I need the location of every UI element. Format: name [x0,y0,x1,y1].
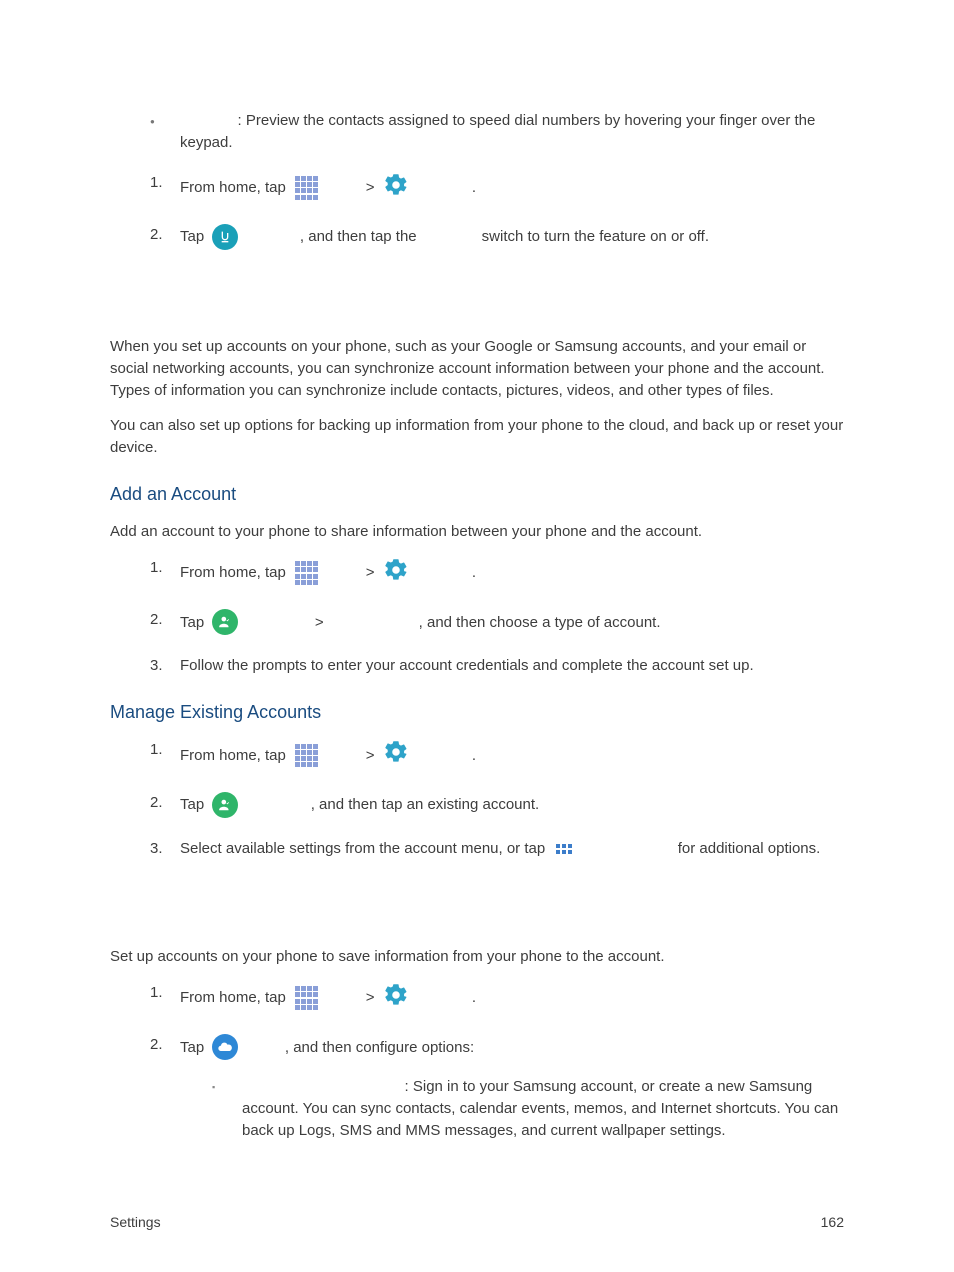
text: From home, tap [180,177,290,199]
accounts-label: Accounts [242,794,310,816]
apps-icon [294,743,320,769]
settings-icon [383,557,409,590]
text: . [472,987,476,1009]
apps-label: Apps [324,177,362,199]
settings-icon [383,172,409,205]
cloud-icon [212,1034,238,1060]
step-from-home-4: From home, tap Apps > Settings . [150,982,844,1015]
text: Tap [180,794,208,816]
manage-accounts-heading: Manage Existing Accounts [110,699,844,725]
step-tap-accounts-add: Tap Accounts > Add account , and then ch… [150,609,844,635]
step-tap-accounts-existing: Tap Accounts , and then tap an existing … [150,792,844,818]
accounts-label: Accounts [242,612,310,634]
separator: > [311,612,328,634]
settings-icon [383,982,409,1015]
text: for additional options. [674,838,821,860]
footer-page-number: 162 [821,1212,844,1232]
apps-icon [294,985,320,1011]
speed-dial-steps: From home, tap Apps > Settings . Tap Air… [150,172,844,251]
step-from-home-2: From home, tap Apps > Settings . [150,557,844,590]
air-view-label2: Air view [242,226,300,248]
text: , and then tap the [300,226,421,248]
cloud-label: Cloud [242,1037,285,1059]
settings-label: Settings [413,987,472,1009]
text: , and then tap an existing account. [311,794,540,816]
accounts-icon [212,609,238,635]
text: From home, tap [180,562,290,584]
accounts-intro-1: When you set up accounts on your phone, … [110,336,844,401]
backup-intro: Set up accounts on your phone to save in… [110,946,844,968]
text: Follow the prompts to enter your account… [180,657,754,674]
text: Tap [180,226,208,248]
step-tap-airview: Tap Air view , and then tap the ON/OFF s… [150,224,844,250]
more-options-icon [553,838,575,860]
bullet-air-view: Air view: Preview the contacts assigned … [150,110,844,154]
apps-label: Apps [324,745,362,767]
accounts-heading: Accounts [110,290,844,322]
text: From home, tap [180,987,290,1009]
add-account-label: Add account [328,612,419,634]
apps-label: Apps [324,562,362,584]
text: switch to turn the feature on or off. [478,226,710,248]
accounts-icon [212,792,238,818]
more-options-label: More options [579,838,673,860]
air-view-text: : Preview the contacts assigned to speed… [180,112,815,151]
separator: > [362,177,379,199]
text: Tap [180,1037,208,1059]
onoff-label: ON/OFF [421,226,478,248]
text: Tap [180,612,208,634]
settings-label: Settings [413,177,472,199]
apps-icon [294,175,320,201]
step-from-home-1: From home, tap Apps > Settings . [150,172,844,205]
text: . [472,745,476,767]
air-view-label: Air view [180,112,238,129]
manage-accounts-steps: From home, tap Apps > Settings . Tap Acc… [150,739,844,860]
settings-label: Settings [413,562,472,584]
add-account-steps: From home, tap Apps > Settings . Tap Acc… [150,557,844,678]
footer-section: Settings [110,1212,161,1232]
separator: > [362,745,379,767]
backup-sublist: Add Samsung account: Sign in to your Sam… [212,1076,844,1141]
separator: > [362,562,379,584]
text: From home, tap [180,745,290,767]
text: , and then configure options: [285,1037,474,1059]
step-from-home-3: From home, tap Apps > Settings . [150,739,844,772]
separator: > [362,987,379,1009]
text: Select available settings from the accou… [180,838,549,860]
add-account-intro: Add an account to your phone to share in… [110,521,844,543]
settings-icon [383,739,409,772]
backup-reset-heading: Backup and Reset [110,900,844,932]
text: , and then choose a type of account. [419,612,661,634]
page-footer: Settings 162 [110,1212,844,1232]
backup-steps: From home, tap Apps > Settings . Tap Clo… [150,982,844,1142]
text: . [472,177,476,199]
air-view-icon [212,224,238,250]
step-follow-prompts: Follow the prompts to enter your account… [150,655,844,677]
step-select-settings: Select available settings from the accou… [150,838,844,860]
add-account-heading: Add an Account [110,481,844,507]
sub-samsung-account: Add Samsung account: Sign in to your Sam… [212,1076,844,1141]
apps-icon [294,560,320,586]
text: . [472,562,476,584]
samsung-account-label: Add Samsung account [242,1078,405,1095]
apps-label: Apps [324,987,362,1009]
step-tap-cloud: Tap Cloud , and then configure options: … [150,1034,844,1141]
accounts-intro-2: You can also set up options for backing … [110,415,844,459]
settings-label: Settings [413,745,472,767]
speed-dial-bullet-list: Air view: Preview the contacts assigned … [150,110,844,154]
